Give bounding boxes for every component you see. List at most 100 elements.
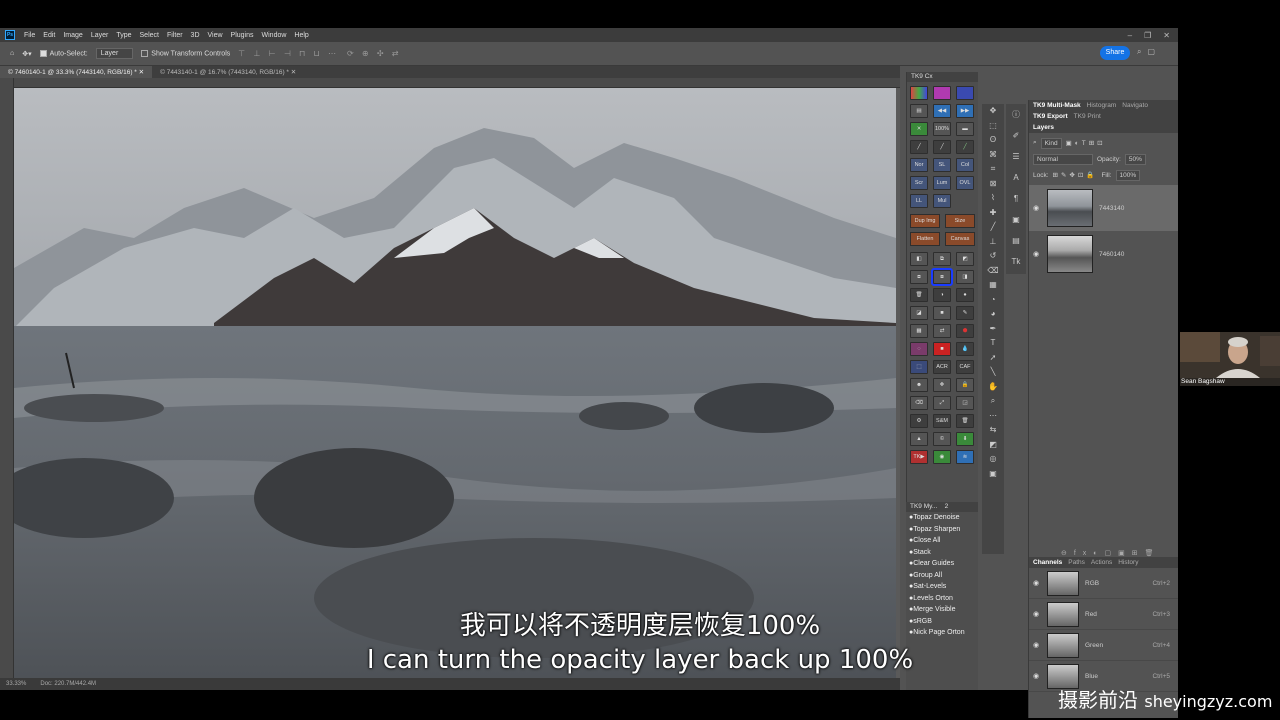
tk-play-button[interactable]: TK▶ bbox=[910, 450, 928, 464]
tk9-stamp-icon[interactable]: ⧉ bbox=[933, 252, 951, 266]
kind-filter-dropdown[interactable]: Kind bbox=[1040, 137, 1062, 149]
tk9-rgb-icon[interactable] bbox=[956, 86, 974, 100]
action-levels-orton[interactable]: ●Levels Orton bbox=[906, 593, 978, 605]
tk9-resize-icon[interactable]: ⤢ bbox=[933, 396, 951, 410]
action-group-all[interactable]: ●Group All bbox=[906, 570, 978, 582]
close-icon[interactable]: ✕ bbox=[1163, 31, 1170, 40]
quick-mask-icon[interactable]: ◎ bbox=[982, 452, 1004, 467]
action-close-all[interactable]: ●Close All bbox=[906, 535, 978, 547]
channel-row[interactable]: ◉ RGB Ctrl+2 bbox=[1029, 568, 1178, 599]
tab-layers[interactable]: Layers bbox=[1033, 124, 1054, 131]
eraser-icon[interactable]: ⌫ bbox=[910, 396, 928, 410]
fill-input[interactable]: 100% bbox=[1115, 169, 1141, 181]
tk9-zoom-100-button[interactable]: 100% bbox=[933, 122, 951, 136]
tk9-minus-icon[interactable]: ▬ bbox=[956, 122, 974, 136]
tk9-brush-green-icon[interactable]: ╱ bbox=[956, 140, 974, 154]
menu-edit[interactable]: Edit bbox=[39, 32, 59, 39]
home-icon[interactable]: ⌂ bbox=[10, 50, 14, 57]
crop-tool-icon[interactable]: ⌗ bbox=[982, 162, 1004, 177]
tk9-expand-icon[interactable]: ✕ bbox=[910, 122, 928, 136]
menu-file[interactable]: File bbox=[20, 32, 39, 39]
tk9-triangle-icon[interactable]: ▲ bbox=[910, 432, 928, 446]
blend-col-button[interactable]: Col bbox=[956, 158, 974, 172]
tk9-rewind-icon[interactable]: ◀◀ bbox=[933, 104, 951, 118]
layer-row[interactable]: ◉ 7460140 bbox=[1029, 231, 1178, 277]
eye-icon[interactable]: ◉ bbox=[933, 450, 951, 464]
tk9-forward-icon[interactable]: ▶▶ bbox=[956, 104, 974, 118]
marquee-tool-icon[interactable]: ⬚ bbox=[982, 119, 1004, 134]
tab-navigator[interactable]: Navigato bbox=[1122, 102, 1148, 109]
action-clear-guides[interactable]: ●Clear Guides bbox=[906, 558, 978, 570]
tk9-red-square-icon[interactable]: ■ bbox=[933, 342, 951, 356]
screen-mode-icon[interactable]: ▣ bbox=[982, 467, 1004, 482]
tk9-skew-icon[interactable]: ◩ bbox=[956, 252, 974, 266]
tk9-color-select-icon[interactable]: ◌ bbox=[910, 342, 928, 356]
menu-image[interactable]: Image bbox=[59, 32, 86, 39]
blend-scr-button[interactable]: Scr bbox=[910, 176, 928, 190]
auto-select-checkbox[interactable] bbox=[39, 49, 47, 57]
shape-tool-icon[interactable]: ╲ bbox=[982, 365, 1004, 380]
lasso-tool-icon[interactable]: ʘ bbox=[982, 133, 1004, 148]
tk9-lock-icon[interactable]: 🔒 bbox=[956, 378, 974, 392]
tab-history[interactable]: History bbox=[1118, 559, 1138, 566]
gradient-tool-icon[interactable]: ▦ bbox=[982, 278, 1004, 293]
blend-ll-button[interactable]: LL bbox=[910, 194, 928, 208]
tk9-paint-bucket-icon[interactable]: ◲ bbox=[956, 396, 974, 410]
tab-paths[interactable]: Paths bbox=[1068, 559, 1085, 566]
tk9-black-mask-icon[interactable]: ■ bbox=[933, 306, 951, 320]
dodge-tool-icon[interactable]: ◕ bbox=[982, 307, 1004, 322]
blend-ovl-button[interactable]: OVL bbox=[956, 176, 974, 190]
visibility-eye-icon[interactable]: ◉ bbox=[1033, 250, 1041, 258]
opacity-input[interactable]: 50% bbox=[1124, 153, 1146, 165]
info-icon[interactable]: ⓘ bbox=[1006, 104, 1026, 125]
doc-tab-2[interactable]: © 7443140-1 @ 16.7% (7443140, RGB/16) * … bbox=[152, 66, 305, 78]
dup-img-button[interactable]: Dup Img bbox=[910, 214, 940, 228]
tab-histogram[interactable]: Histogram bbox=[1087, 102, 1117, 109]
acr-button[interactable]: ACR bbox=[933, 360, 951, 374]
stamp-tool-icon[interactable]: ⊥ bbox=[982, 235, 1004, 250]
menu-select[interactable]: Select bbox=[136, 32, 163, 39]
menu-plugins[interactable]: Plugins bbox=[227, 32, 258, 39]
history-brush-tool-icon[interactable]: ↺ bbox=[982, 249, 1004, 264]
action-topaz-denoise[interactable]: ●Topaz Denoise bbox=[906, 512, 978, 524]
tk9-mask-icon[interactable]: ◪ bbox=[910, 306, 928, 320]
tab-actions[interactable]: Actions bbox=[1091, 559, 1112, 566]
tk9-red-icon[interactable]: ⬢ bbox=[956, 324, 974, 338]
menu-view[interactable]: View bbox=[204, 32, 227, 39]
tk9-paint-icon[interactable]: ✎ bbox=[956, 306, 974, 320]
tab-tk9-multi-mask[interactable]: TK9 Multi-Mask bbox=[1033, 102, 1081, 109]
auto-select-dropdown[interactable]: Layer bbox=[95, 48, 134, 59]
trash-icon[interactable]: 🗑 bbox=[910, 288, 928, 302]
tk9-cluster-icon[interactable]: ❖ bbox=[933, 378, 951, 392]
tk9-copy-icon[interactable]: ⧈ bbox=[910, 270, 928, 284]
restore-icon[interactable]: ❐ bbox=[1144, 31, 1151, 40]
tk9-marquee-icon[interactable]: ⬚ bbox=[910, 360, 928, 374]
action-topaz-sharpen[interactable]: ●Topaz Sharpen bbox=[906, 524, 978, 536]
tk-logo-icon[interactable]: Tk bbox=[1006, 251, 1026, 272]
3d-mode-icons[interactable]: ⟳ ⊕ ✣ ⇄ bbox=[347, 49, 401, 58]
visibility-eye-icon[interactable]: ◉ bbox=[1033, 204, 1041, 212]
tk9-fade-icon[interactable]: ◑ bbox=[933, 288, 951, 302]
more-tools-icon[interactable]: ⋯ bbox=[982, 409, 1004, 424]
stack-icon[interactable]: ≋ bbox=[956, 450, 974, 464]
tk9-rainbow-icon[interactable] bbox=[910, 86, 928, 100]
tk9-portrait-icon[interactable]: ☻ bbox=[910, 378, 928, 392]
share-button[interactable]: Share bbox=[1100, 46, 1130, 60]
workspace-icons[interactable]: ⌕▢ bbox=[1137, 47, 1161, 57]
minimize-icon[interactable]: – bbox=[1128, 31, 1132, 40]
tk9-delete-icon[interactable]: 🗑 bbox=[956, 414, 974, 428]
tk9-dot-icon[interactable]: ● bbox=[956, 288, 974, 302]
flatten-button[interactable]: Flatten bbox=[910, 232, 940, 246]
layer-row[interactable]: ◉ 7443140 bbox=[1029, 185, 1178, 231]
tk9-paste-icon[interactable]: ⧇ bbox=[931, 268, 953, 286]
copyright-icon[interactable]: © bbox=[933, 432, 951, 446]
properties-icon[interactable]: ▤ bbox=[1006, 230, 1026, 251]
swap-colors-icon[interactable]: ⇆ bbox=[982, 423, 1004, 438]
zoom-level[interactable]: 33.33% bbox=[6, 681, 26, 687]
color-swatch-icon[interactable]: ◩ bbox=[982, 438, 1004, 453]
move-tool-icon[interactable]: ✥ bbox=[982, 104, 1004, 119]
tk9-brush-white-icon[interactable]: ╱ bbox=[933, 140, 951, 154]
type-tool-icon[interactable]: T bbox=[982, 336, 1004, 351]
tk9-brush-black-icon[interactable]: ╱ bbox=[910, 140, 928, 154]
zoom-tool-icon[interactable]: ⌕ bbox=[982, 394, 1004, 409]
